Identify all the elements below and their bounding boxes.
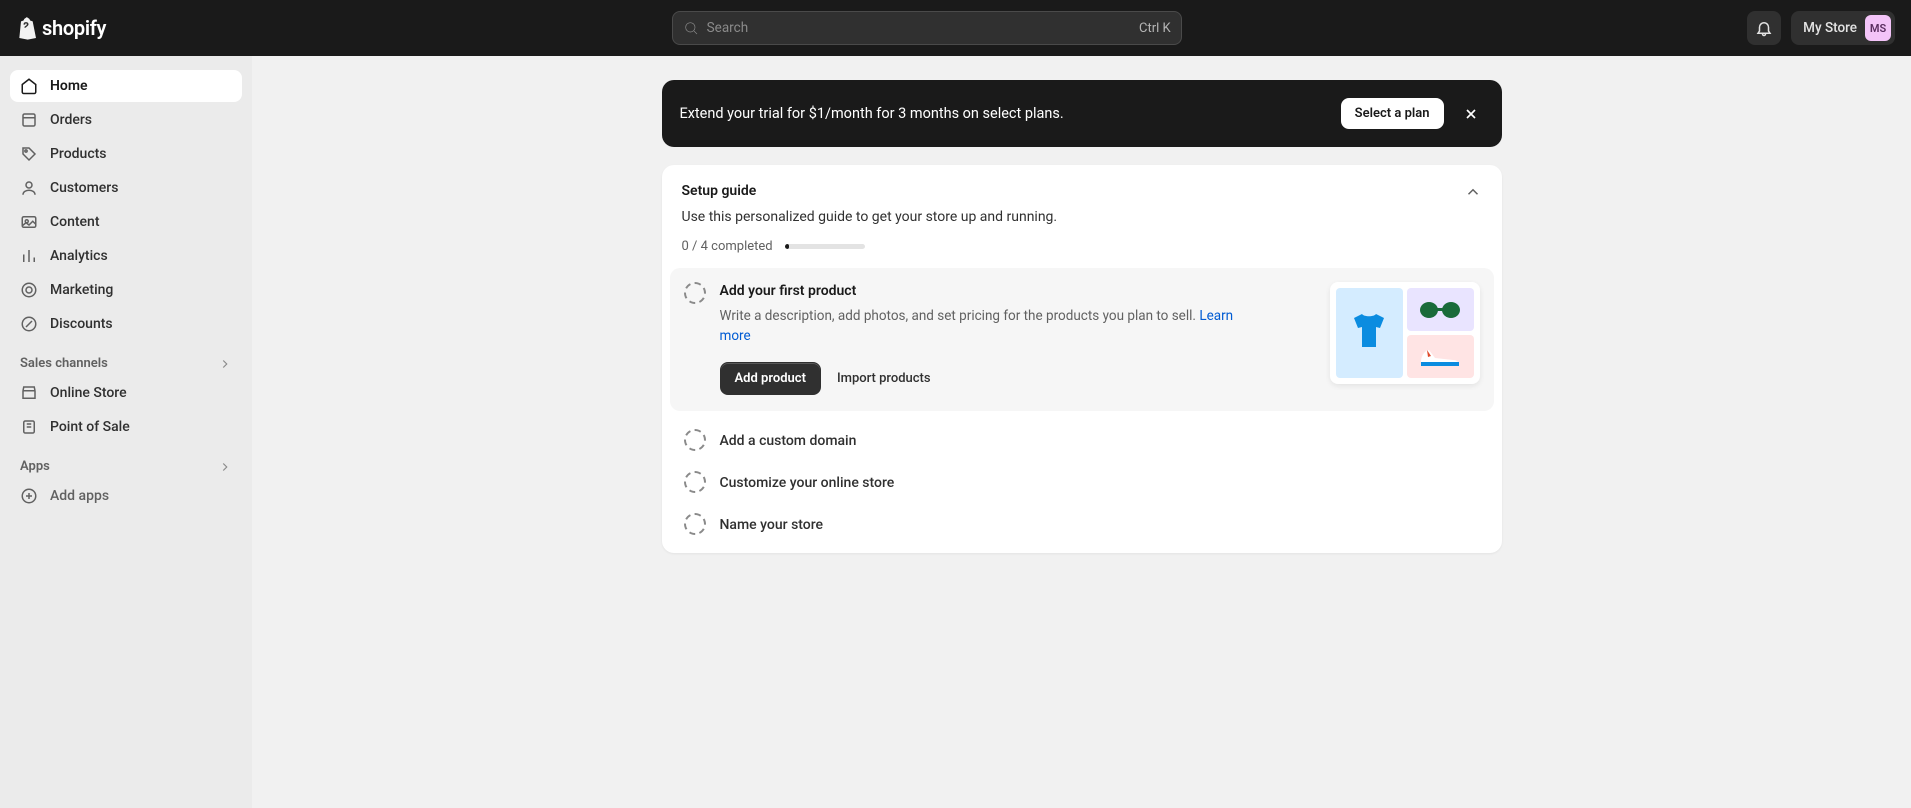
search-container: Search Ctrl K: [122, 11, 1731, 45]
pos-icon: [20, 418, 38, 436]
sidebar-item-label: Marketing: [50, 282, 113, 298]
progress-bar: [785, 244, 865, 249]
main-content: Extend your trial for $1/month for 3 mon…: [252, 56, 1911, 808]
sidebar: Home Orders Products Customers Content A…: [0, 56, 252, 808]
search-shortcut: Ctrl K: [1139, 21, 1171, 36]
banner-text: Extend your trial for $1/month for 3 mon…: [680, 105, 1064, 122]
tag-icon: [20, 145, 38, 163]
chevron-up-icon[interactable]: [1464, 183, 1482, 201]
sidebar-item-label: Products: [50, 146, 107, 162]
close-icon: [1463, 106, 1479, 122]
setup-subtitle: Use this personalized guide to get your …: [662, 209, 1502, 231]
task-status-circle[interactable]: [684, 429, 706, 451]
chevron-right-icon: [218, 357, 232, 371]
notifications-button[interactable]: [1747, 11, 1781, 45]
sidebar-item-add-apps[interactable]: Add apps: [10, 480, 242, 512]
sidebar-item-label: Point of Sale: [50, 419, 130, 435]
banner-close-button[interactable]: [1458, 101, 1484, 127]
sidebar-item-discounts[interactable]: Discounts: [10, 308, 242, 340]
sidebar-item-content[interactable]: Content: [10, 206, 242, 238]
sidebar-item-products[interactable]: Products: [10, 138, 242, 170]
sidebar-item-label: Customers: [50, 180, 118, 196]
select-plan-button[interactable]: Select a plan: [1341, 98, 1444, 129]
topbar: shopify Search Ctrl K My Store MS: [0, 0, 1911, 56]
section-label: Apps: [20, 459, 50, 474]
sidebar-item-orders[interactable]: Orders: [10, 104, 242, 136]
search-input[interactable]: Search Ctrl K: [672, 11, 1182, 45]
sidebar-item-label: Home: [50, 78, 88, 94]
trial-banner: Extend your trial for $1/month for 3 mon…: [662, 80, 1502, 147]
setup-task-customize-store[interactable]: Customize your online store: [662, 461, 1502, 503]
task-title: Name your store: [720, 516, 824, 533]
setup-guide-card: Setup guide Use this personalized guide …: [662, 165, 1502, 553]
illus-shoe: [1407, 335, 1474, 378]
illus-tshirt: [1336, 288, 1403, 378]
store-icon: [20, 384, 38, 402]
product-illustration: [1330, 282, 1480, 384]
topbar-right: My Store MS: [1747, 11, 1895, 45]
progress-text: 0 / 4 completed: [682, 239, 773, 254]
setup-task-add-product[interactable]: Add your first product Write a descripti…: [670, 268, 1494, 411]
store-name: My Store: [1803, 20, 1857, 36]
setup-task-custom-domain[interactable]: Add a custom domain: [662, 419, 1502, 461]
sidebar-item-label: Content: [50, 214, 100, 230]
task-description: Write a description, add photos, and set…: [720, 307, 1240, 346]
shopify-logo[interactable]: shopify: [16, 16, 106, 40]
section-label: Sales channels: [20, 356, 108, 371]
setup-progress: 0 / 4 completed: [662, 231, 1502, 268]
import-products-button[interactable]: Import products: [837, 371, 931, 386]
store-switcher[interactable]: My Store MS: [1791, 11, 1895, 45]
sidebar-item-marketing[interactable]: Marketing: [10, 274, 242, 306]
sidebar-item-label: Orders: [50, 112, 92, 128]
sidebar-item-label: Online Store: [50, 385, 127, 401]
illus-glasses: [1407, 288, 1474, 331]
plus-circle-icon: [20, 487, 38, 505]
home-icon: [20, 77, 38, 95]
sidebar-item-home[interactable]: Home: [10, 70, 242, 102]
sidebar-item-pos[interactable]: Point of Sale: [10, 411, 242, 443]
task-status-circle[interactable]: [684, 282, 706, 304]
marketing-icon: [20, 281, 38, 299]
sidebar-item-online-store[interactable]: Online Store: [10, 377, 242, 409]
task-title: Customize your online store: [720, 474, 895, 491]
avatar: MS: [1865, 15, 1891, 41]
sidebar-item-label: Add apps: [50, 488, 109, 504]
tshirt-icon: [1344, 308, 1394, 358]
person-icon: [20, 179, 38, 197]
task-title: Add your first product: [720, 282, 1300, 299]
chevron-right-icon: [218, 460, 232, 474]
glasses-icon: [1415, 299, 1465, 321]
setup-task-name-store[interactable]: Name your store: [662, 503, 1502, 553]
task-status-circle[interactable]: [684, 471, 706, 493]
setup-title: Setup guide: [682, 183, 757, 201]
analytics-icon: [20, 247, 38, 265]
orders-icon: [20, 111, 38, 129]
add-product-button[interactable]: Add product: [720, 362, 821, 395]
sidebar-item-label: Analytics: [50, 248, 108, 264]
sidebar-item-label: Discounts: [50, 316, 113, 332]
task-status-circle[interactable]: [684, 513, 706, 535]
search-icon: [683, 20, 699, 36]
search-placeholder: Search: [707, 20, 1131, 36]
task-title: Add a custom domain: [720, 432, 857, 449]
discounts-icon: [20, 315, 38, 333]
sidebar-item-analytics[interactable]: Analytics: [10, 240, 242, 272]
shopify-bag-icon: [16, 16, 36, 40]
shoe-icon: [1415, 344, 1465, 370]
brand-text: shopify: [42, 16, 106, 40]
content-icon: [20, 213, 38, 231]
bell-icon: [1755, 19, 1773, 37]
sales-channels-header[interactable]: Sales channels: [10, 342, 242, 375]
apps-header[interactable]: Apps: [10, 445, 242, 478]
sidebar-item-customers[interactable]: Customers: [10, 172, 242, 204]
